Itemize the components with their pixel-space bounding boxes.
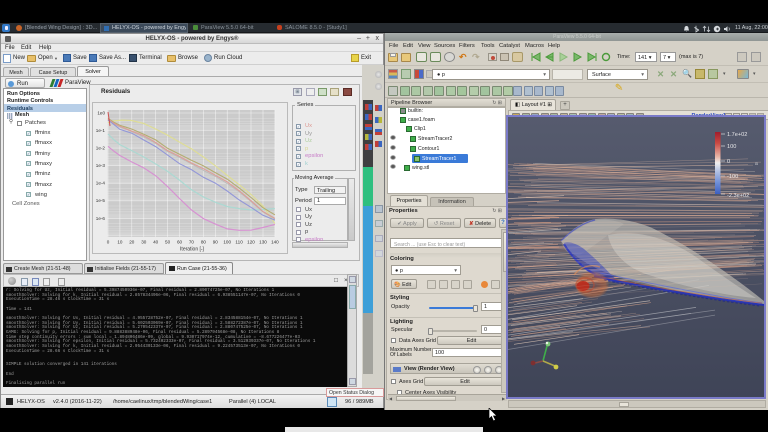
svg-text:20: 20	[129, 240, 135, 245]
svg-text:30: 30	[141, 240, 147, 245]
svg-text:-100: -100	[727, 174, 738, 180]
svg-text:0: 0	[107, 240, 110, 245]
svg-text:Iteration [-]: Iteration [-]	[180, 247, 205, 253]
svg-text:110: 110	[235, 240, 243, 245]
svg-text:1e0: 1e0	[97, 111, 105, 116]
svg-text:100: 100	[727, 144, 736, 150]
svg-text:1e-5: 1e-5	[96, 198, 106, 203]
svg-text:1e-4: 1e-4	[96, 181, 106, 186]
svg-text:1e-2: 1e-2	[96, 146, 106, 151]
svg-text:90: 90	[213, 240, 219, 245]
svg-text:a: a	[755, 161, 758, 167]
svg-text:1e-3: 1e-3	[96, 163, 106, 168]
svg-text:140: 140	[271, 240, 279, 245]
svg-text:-2.3e+02: -2.3e+02	[727, 193, 749, 199]
svg-text:1.7e+02: 1.7e+02	[727, 132, 747, 138]
svg-text:100: 100	[223, 240, 231, 245]
svg-text:120: 120	[247, 240, 255, 245]
svg-text:50: 50	[165, 240, 171, 245]
svg-text:60: 60	[177, 240, 183, 245]
svg-text:10: 10	[117, 240, 123, 245]
svg-text:0: 0	[727, 159, 730, 165]
svg-text:80: 80	[201, 240, 207, 245]
svg-text:40: 40	[153, 240, 159, 245]
svg-text:1e-6: 1e-6	[96, 216, 106, 221]
svg-text:70: 70	[189, 240, 195, 245]
svg-text:1e-1: 1e-1	[96, 128, 106, 133]
svg-text:130: 130	[259, 240, 267, 245]
